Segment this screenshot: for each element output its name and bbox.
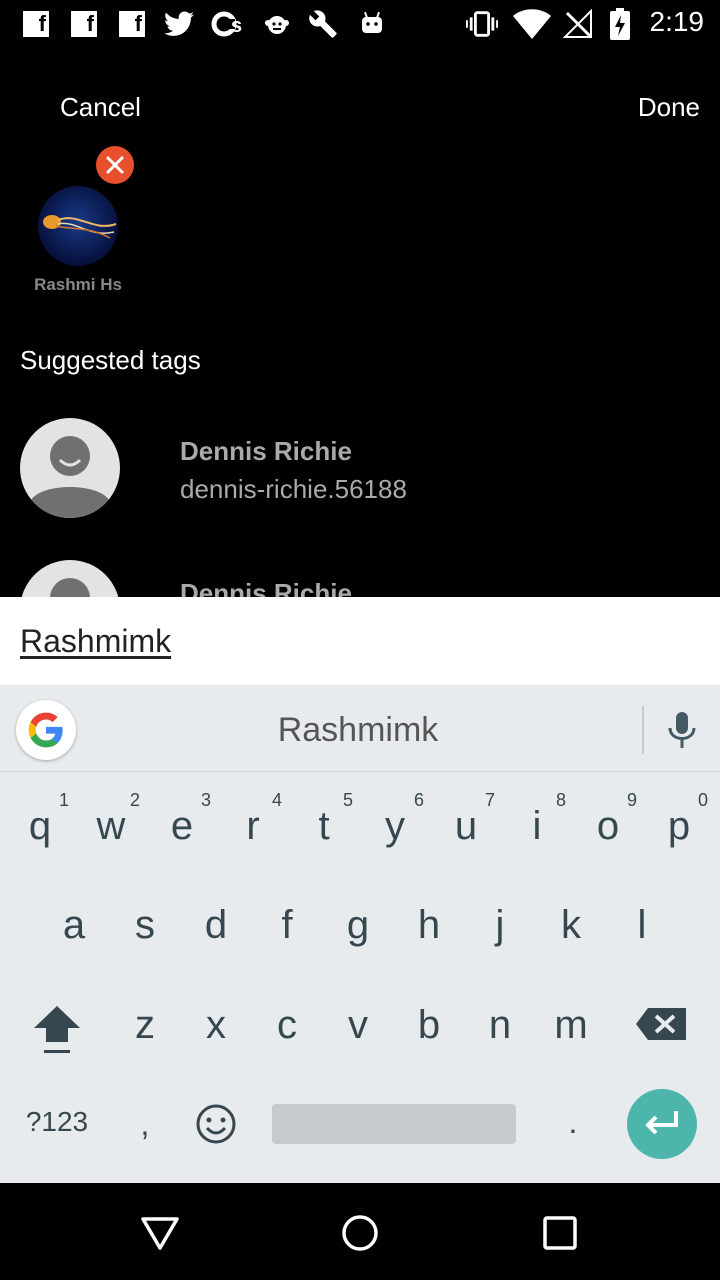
backspace-key[interactable] — [632, 1002, 692, 1046]
key-hint-4: 4 — [272, 790, 283, 810]
cancel-button[interactable]: Cancel — [60, 92, 141, 123]
comma-key[interactable]: , — [110, 1106, 180, 1143]
suggested-name: Dennis Richie — [180, 436, 352, 466]
key-hint-0: 0 — [698, 790, 709, 810]
symbols-key[interactable]: ?123 — [20, 1106, 94, 1138]
enter-key[interactable] — [627, 1089, 697, 1159]
no-signal-icon — [562, 8, 594, 40]
suggested-item[interactable]: Dennis Richie — [0, 560, 720, 597]
google-search-button[interactable] — [16, 700, 76, 760]
remove-tag-button[interactable] — [96, 146, 134, 184]
key-k[interactable]: k — [536, 903, 606, 948]
twitter-icon — [163, 8, 195, 40]
key-f[interactable]: f — [252, 903, 322, 948]
suggested-username: dennis-richie.56188 — [180, 474, 407, 504]
key-s[interactable]: s — [110, 903, 180, 948]
key-hint-8: 8 — [556, 790, 567, 810]
facebook-icon: f — [20, 8, 52, 40]
tag-search-input[interactable]: Rashmimk — [20, 623, 171, 660]
spacebar-key[interactable] — [272, 1104, 516, 1144]
navigation-bar — [0, 1183, 720, 1280]
monkey-icon — [261, 8, 293, 40]
shift-key[interactable] — [22, 1000, 92, 1060]
close-icon — [106, 156, 124, 174]
cs-icon: s — [210, 8, 250, 40]
battery-charging-icon — [604, 8, 636, 40]
key-hint-7: 7 — [485, 790, 496, 810]
key-b[interactable]: b — [394, 1003, 464, 1048]
mic-icon[interactable] — [660, 708, 704, 752]
key-z[interactable]: z — [110, 1003, 180, 1048]
key-c[interactable]: c — [252, 1003, 322, 1048]
back-icon[interactable] — [140, 1213, 180, 1253]
svg-text:s: s — [231, 15, 242, 37]
enter-icon — [645, 1111, 678, 1135]
key-hint-9: 9 — [627, 790, 638, 810]
key-x[interactable]: x — [181, 1003, 251, 1048]
selected-tag-avatar[interactable] — [38, 186, 118, 266]
facebook-icon: f — [116, 8, 148, 40]
status-time: 2:19 — [649, 6, 705, 37]
key-hint-3: 3 — [201, 790, 212, 810]
key-g[interactable]: g — [323, 903, 393, 948]
key-j[interactable]: j — [465, 903, 535, 948]
key-h[interactable]: h — [394, 903, 464, 948]
avatar — [20, 418, 120, 518]
key-hint-6: 6 — [414, 790, 425, 810]
key-hint-5: 5 — [343, 790, 354, 810]
status-bar: f f f s 2:19 — [0, 0, 720, 48]
key-d[interactable]: d — [181, 903, 251, 948]
key-l[interactable]: l — [607, 903, 677, 948]
key-m[interactable]: m — [536, 1003, 606, 1048]
wrench-icon — [307, 8, 339, 40]
key-hint-2: 2 — [130, 790, 141, 810]
period-key[interactable]: . — [538, 1104, 608, 1141]
strip-divider — [642, 706, 644, 754]
suggested-item[interactable]: Dennis Richie dennis-richie.56188 — [0, 418, 720, 518]
vibrate-icon — [466, 8, 498, 40]
google-icon — [28, 712, 63, 748]
key-n[interactable]: n — [465, 1003, 535, 1048]
selected-tag-name: Rashmi Hs — [34, 275, 122, 294]
wifi-icon — [512, 8, 552, 40]
facebook-icon: f — [68, 8, 100, 40]
home-icon[interactable] — [340, 1213, 380, 1253]
keyboard-suggestion[interactable]: Rashmimk — [200, 711, 516, 750]
recents-icon[interactable] — [542, 1215, 578, 1251]
suggested-tags-heading: Suggested tags — [20, 345, 201, 375]
key-v[interactable]: v — [323, 1003, 393, 1048]
emoji-key[interactable] — [194, 1102, 238, 1146]
avatar — [20, 560, 120, 597]
shift-icon — [34, 1006, 80, 1053]
suggested-name: Dennis Richie — [180, 578, 352, 597]
key-a[interactable]: a — [39, 903, 109, 948]
key-hint-1: 1 — [59, 790, 70, 810]
done-button[interactable]: Done — [638, 92, 700, 123]
android-icon — [356, 8, 388, 40]
emoji-icon — [196, 1104, 236, 1144]
backspace-icon — [636, 1008, 686, 1040]
